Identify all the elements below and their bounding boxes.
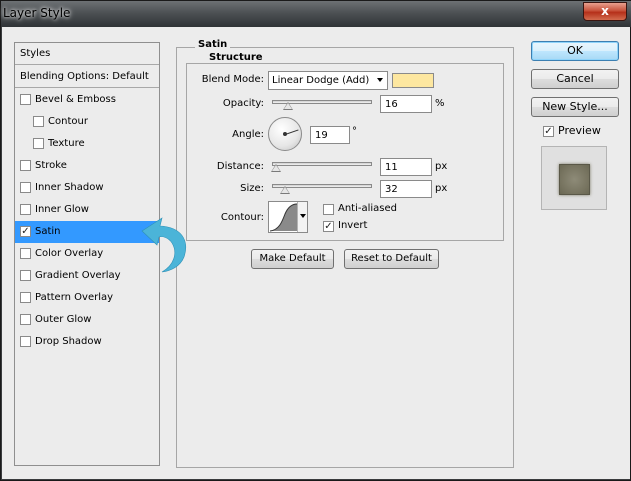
opacity-slider-thumb[interactable]	[283, 102, 293, 110]
invert-checkbox-box[interactable]: ✓	[323, 221, 334, 232]
style-item-label: Gradient Overlay	[35, 270, 121, 281]
angle-dial[interactable]	[268, 117, 302, 151]
style-item-checkbox[interactable]	[20, 336, 31, 347]
style-item-checkbox[interactable]	[20, 292, 31, 303]
style-item-label: Texture	[48, 138, 85, 149]
style-item-label: Inner Shadow	[35, 182, 104, 193]
size-slider-thumb[interactable]	[279, 186, 290, 194]
ok-button[interactable]: OK	[531, 41, 619, 61]
style-item-label: Inner Glow	[35, 204, 89, 215]
style-item-stroke[interactable]: Stroke	[15, 155, 159, 177]
distance-slider-thumb[interactable]	[271, 164, 282, 172]
style-item-checkbox[interactable]	[33, 138, 44, 149]
style-item-label: Bevel & Emboss	[35, 94, 116, 105]
style-item-checkbox[interactable]	[20, 182, 31, 193]
style-item-outer-glow[interactable]: Outer Glow	[15, 309, 159, 331]
style-item-contour[interactable]: Contour	[15, 111, 159, 133]
size-unit: px	[435, 183, 448, 194]
new-style-button[interactable]: New Style...	[531, 97, 619, 117]
style-item-inner-shadow[interactable]: Inner Shadow	[15, 177, 159, 199]
angle-dial-center	[283, 132, 287, 136]
style-item-satin[interactable]: ✓ Satin	[15, 221, 159, 243]
size-value: 32	[385, 184, 398, 195]
distance-label: Distance:	[216, 161, 264, 172]
preview-thumbnail	[541, 146, 607, 210]
style-item-label: Pattern Overlay	[35, 292, 114, 303]
blend-mode-value: Linear Dodge (Add)	[272, 75, 370, 86]
distance-value: 11	[385, 162, 398, 173]
chevron-down-icon	[377, 78, 383, 82]
styles-list: Styles Blending Options: Default Bevel &…	[14, 42, 160, 466]
preview-thumbnail-image	[559, 164, 590, 195]
structure-group-title: Structure	[206, 52, 266, 63]
dialog-client-area: Styles Blending Options: Default Bevel &…	[2, 27, 630, 479]
style-item-drop-shadow[interactable]: Drop Shadow	[15, 331, 159, 353]
close-button[interactable]: x	[583, 2, 627, 21]
blending-options-item[interactable]: Blending Options: Default	[15, 66, 159, 88]
chevron-down-icon	[300, 214, 306, 218]
style-item-label: Outer Glow	[35, 314, 92, 325]
style-item-label: Satin	[35, 226, 61, 237]
style-item-texture[interactable]: Texture	[15, 133, 159, 155]
preview-label: Preview	[558, 124, 601, 137]
style-item-color-overlay[interactable]: Color Overlay	[15, 243, 159, 265]
angle-value: 19	[315, 130, 328, 141]
invert-label: Invert	[338, 220, 368, 231]
angle-input[interactable]: 19	[310, 126, 350, 144]
make-default-button[interactable]: Make Default	[251, 249, 334, 269]
angle-unit: °	[352, 126, 357, 137]
style-item-checkbox[interactable]: ✓	[20, 226, 31, 237]
contour-curve-icon	[269, 203, 298, 232]
style-item-checkbox[interactable]	[20, 248, 31, 259]
title-bar[interactable]: Layer Style x	[1, 1, 631, 27]
angle-dial-needle	[285, 129, 299, 135]
opacity-unit: %	[435, 98, 445, 109]
style-item-checkbox[interactable]	[20, 270, 31, 281]
style-item-checkbox[interactable]	[20, 314, 31, 325]
blend-mode-select[interactable]: Linear Dodge (Add)	[268, 71, 388, 90]
opacity-value: 16	[385, 99, 398, 110]
reset-to-default-button[interactable]: Reset to Default	[344, 249, 439, 269]
style-item-checkbox[interactable]	[20, 160, 31, 171]
close-icon: x	[601, 4, 609, 18]
blend-color-swatch[interactable]	[392, 73, 434, 88]
preview-checkbox-box[interactable]: ✓	[543, 126, 554, 137]
style-item-inner-glow[interactable]: Inner Glow	[15, 199, 159, 221]
style-item-bevel-emboss[interactable]: Bevel & Emboss	[15, 89, 159, 111]
style-item-checkbox[interactable]	[33, 116, 44, 127]
angle-label: Angle:	[232, 129, 264, 140]
anti-aliased-checkbox-box[interactable]	[323, 204, 334, 215]
blending-options-label: Blending Options: Default	[20, 71, 149, 82]
size-label: Size:	[240, 183, 264, 194]
style-item-checkbox[interactable]	[20, 94, 31, 105]
distance-input[interactable]: 11	[380, 158, 432, 176]
distance-slider-track[interactable]	[272, 162, 372, 166]
style-item-gradient-overlay[interactable]: Gradient Overlay	[15, 265, 159, 287]
style-item-label: Stroke	[35, 160, 67, 171]
style-item-label: Color Overlay	[35, 248, 104, 259]
style-item-checkbox[interactable]	[20, 204, 31, 215]
opacity-input[interactable]: 16	[380, 95, 432, 113]
style-item-label: Drop Shadow	[35, 336, 102, 347]
window-title: Layer Style	[3, 6, 71, 20]
styles-header[interactable]: Styles	[15, 43, 159, 65]
size-input[interactable]: 32	[380, 180, 432, 198]
cancel-button[interactable]: Cancel	[531, 69, 619, 89]
blend-mode-label: Blend Mode:	[201, 74, 264, 85]
style-item-label: Contour	[48, 116, 88, 127]
style-item-pattern-overlay[interactable]: Pattern Overlay	[15, 287, 159, 309]
opacity-label: Opacity:	[222, 98, 264, 109]
styles-header-label: Styles	[20, 48, 51, 59]
annotation-curved-arrow-icon	[141, 217, 186, 273]
layer-style-dialog: Layer Style x Styles Blending Options: D…	[0, 0, 631, 481]
contour-dropdown-button[interactable]	[297, 202, 307, 232]
satin-group-title: Satin	[195, 39, 231, 50]
distance-unit: px	[435, 161, 448, 172]
contour-picker[interactable]	[268, 201, 308, 233]
contour-label: Contour:	[220, 212, 264, 223]
anti-aliased-label: Anti-aliased	[338, 203, 398, 214]
